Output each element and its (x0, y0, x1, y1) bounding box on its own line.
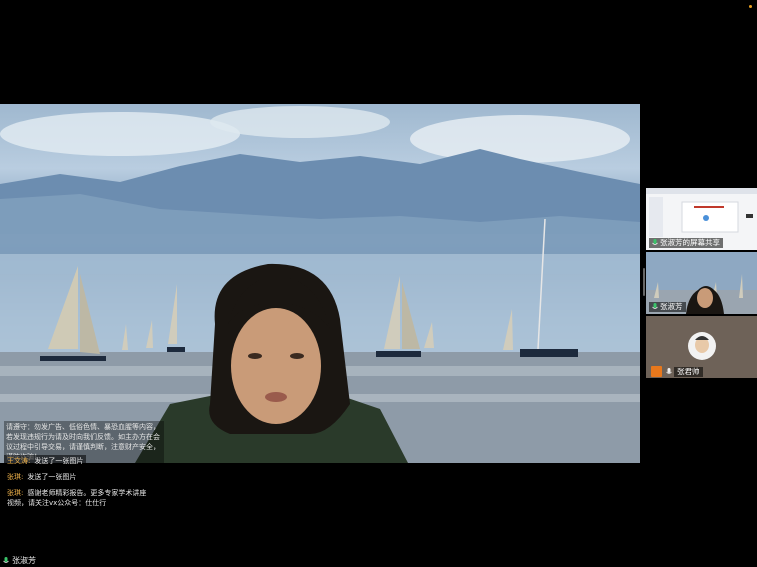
mic-icon (652, 239, 658, 245)
active-speaker-indicator: 张淑芳 (3, 555, 36, 566)
tile-label: 张淑芳 (649, 302, 686, 312)
chat-message: 张琪: 发送了一张图片 (4, 471, 80, 483)
tile-label: 张淑芳的屏幕共享 (649, 238, 723, 248)
chat-text: 感谢老师精彩报告。更多专家学术讲座视频，请关注vx公众号：仕仕行 (7, 489, 147, 507)
participant-tile-screen-share[interactable]: 张淑芳的屏幕共享 (646, 188, 757, 250)
chat-text: 发送了一张图片 (34, 457, 84, 465)
tile-label: 张君帅 (648, 366, 706, 377)
host-badge-icon (651, 366, 662, 377)
mic-icon (652, 303, 658, 309)
chat-sender: 张琪: (7, 489, 24, 497)
virtual-background (0, 106, 640, 463)
participant-tile-avatar[interactable]: 张君帅 (646, 316, 757, 378)
participant-tile-speaker[interactable]: 张淑芳 (646, 252, 757, 314)
tile-scrollbar[interactable] (643, 268, 645, 296)
status-indicator (749, 5, 752, 8)
chat-message: 张琪: 感谢老师精彩报告。更多专家学术讲座视频，请关注vx公众号：仕仕行 (4, 487, 150, 509)
chat-message: 王文涛: 发送了一张图片 (4, 455, 87, 467)
chat-sender: 张琪: (7, 473, 24, 481)
mic-icon (3, 556, 9, 563)
main-video[interactable] (0, 104, 640, 463)
mic-icon (666, 367, 672, 374)
active-speaker-name: 张淑芳 (12, 556, 36, 565)
chat-text: 发送了一张图片 (27, 473, 77, 481)
chat-sender: 王文涛: (7, 457, 31, 465)
